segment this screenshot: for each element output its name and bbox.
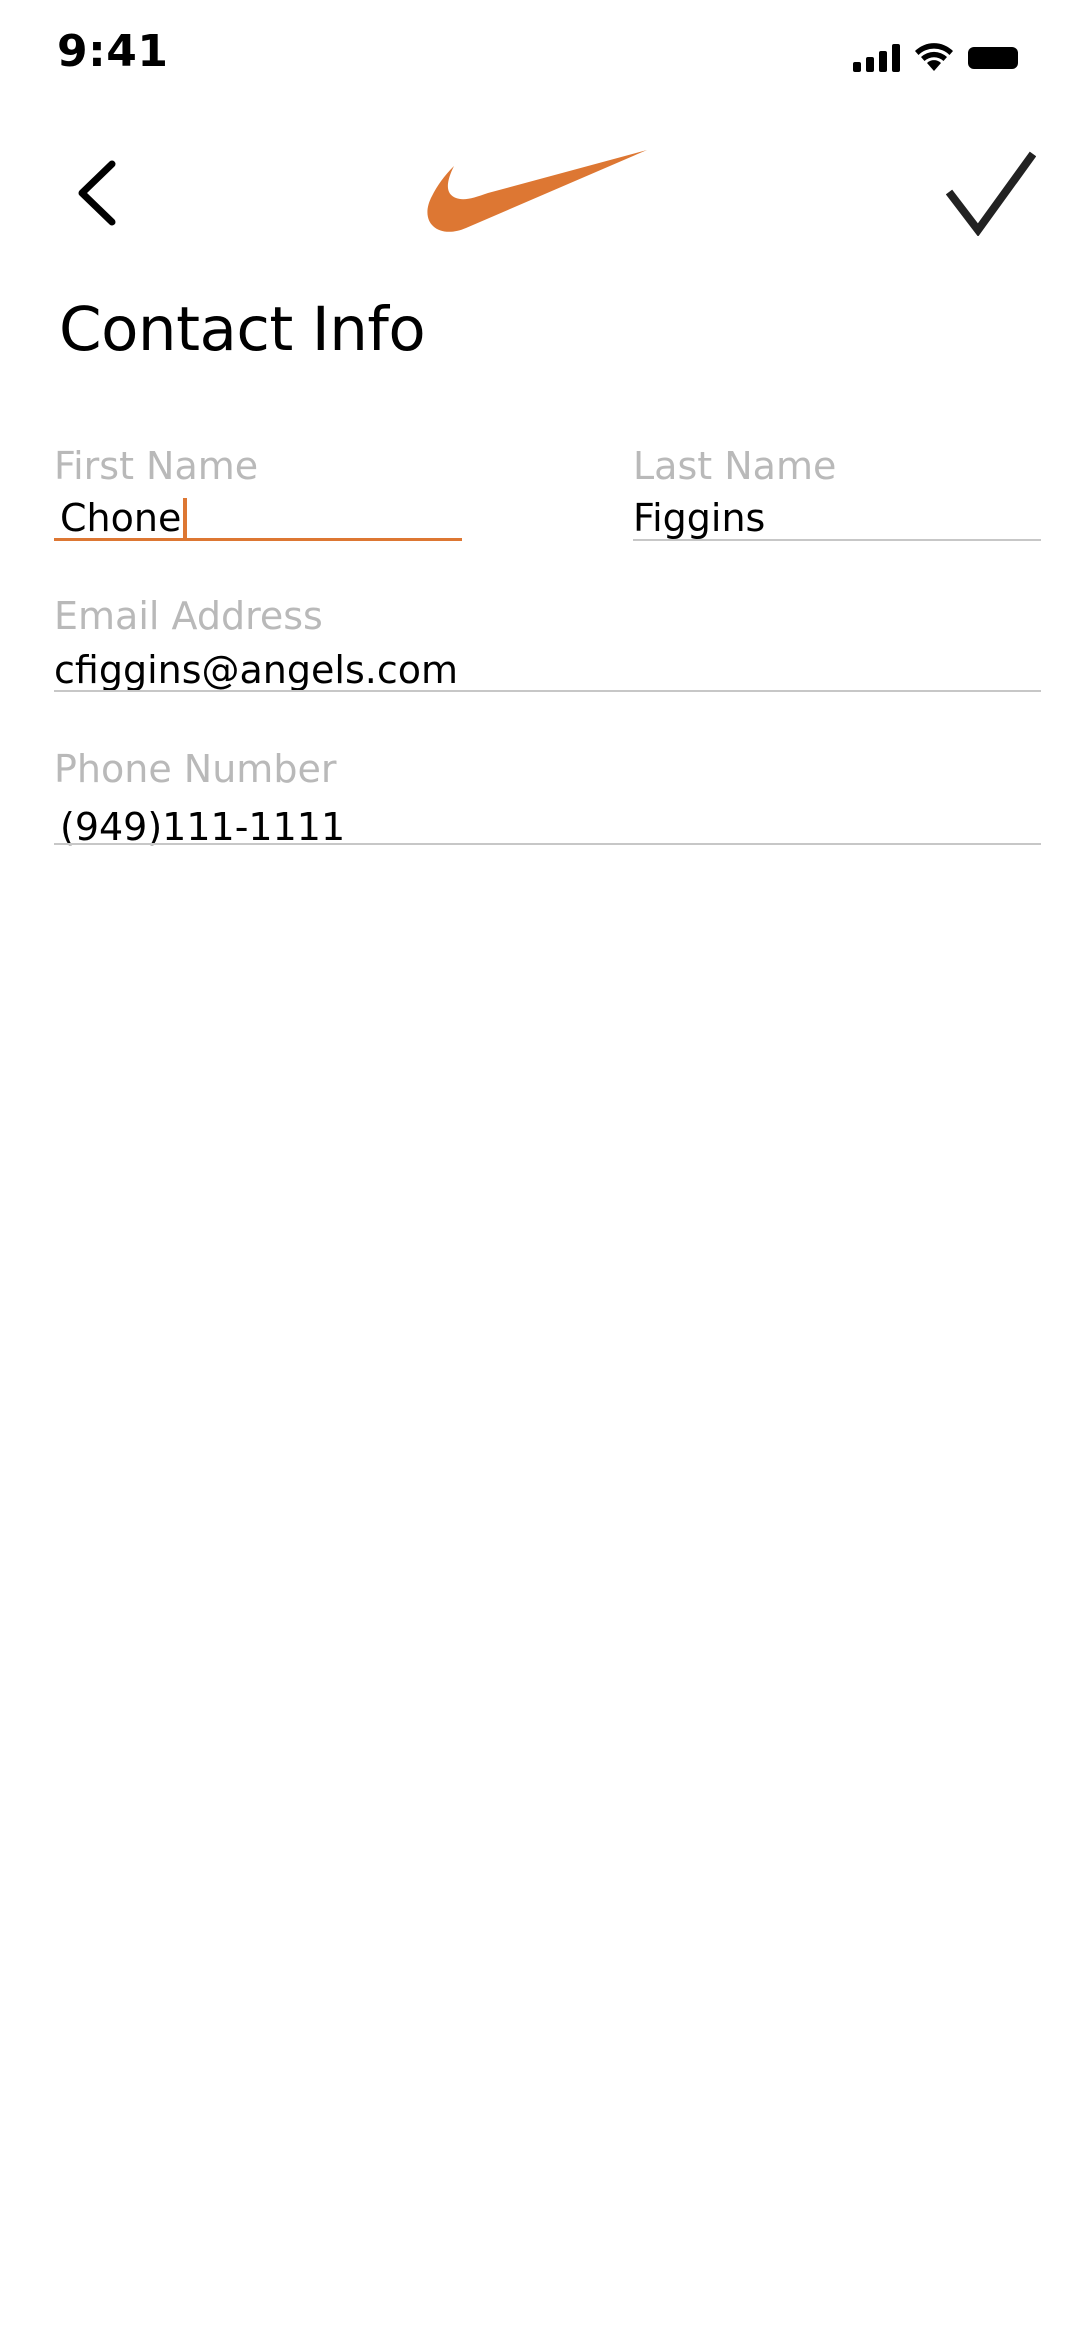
battery-icon (968, 47, 1018, 69)
page-title: Contact Info (59, 294, 426, 365)
first-name-label: First Name (54, 444, 259, 488)
first-name-input[interactable]: Chone (60, 496, 188, 540)
last-name-underline (633, 539, 1041, 541)
cellular-signal-icon (853, 44, 900, 72)
wifi-icon (915, 43, 953, 71)
status-time: 9:41 (57, 26, 169, 77)
first-name-value: Chone (60, 496, 182, 540)
phone-field[interactable]: Phone Number (949)111-1111 (54, 747, 1041, 849)
last-name-field[interactable]: Last Name Figgins (633, 444, 1041, 542)
first-name-field[interactable]: First Name Chone (54, 444, 462, 542)
chevron-left-icon (78, 160, 116, 226)
status-icons (853, 42, 1018, 72)
email-label: Email Address (54, 594, 323, 638)
last-name-input[interactable]: Figgins (633, 496, 765, 540)
checkmark-icon (945, 151, 1037, 237)
back-button[interactable] (68, 158, 128, 228)
phone-underline (54, 843, 1041, 845)
confirm-button[interactable] (945, 150, 1037, 237)
email-input[interactable]: cfiggins@angels.com (54, 648, 458, 692)
first-name-underline (54, 538, 462, 541)
email-field[interactable]: Email Address cfiggins@angels.com (54, 594, 1041, 694)
phone-label: Phone Number (54, 747, 337, 791)
text-cursor (183, 498, 188, 538)
last-name-label: Last Name (633, 444, 837, 488)
swoosh-logo (427, 150, 647, 232)
email-underline (54, 690, 1041, 692)
